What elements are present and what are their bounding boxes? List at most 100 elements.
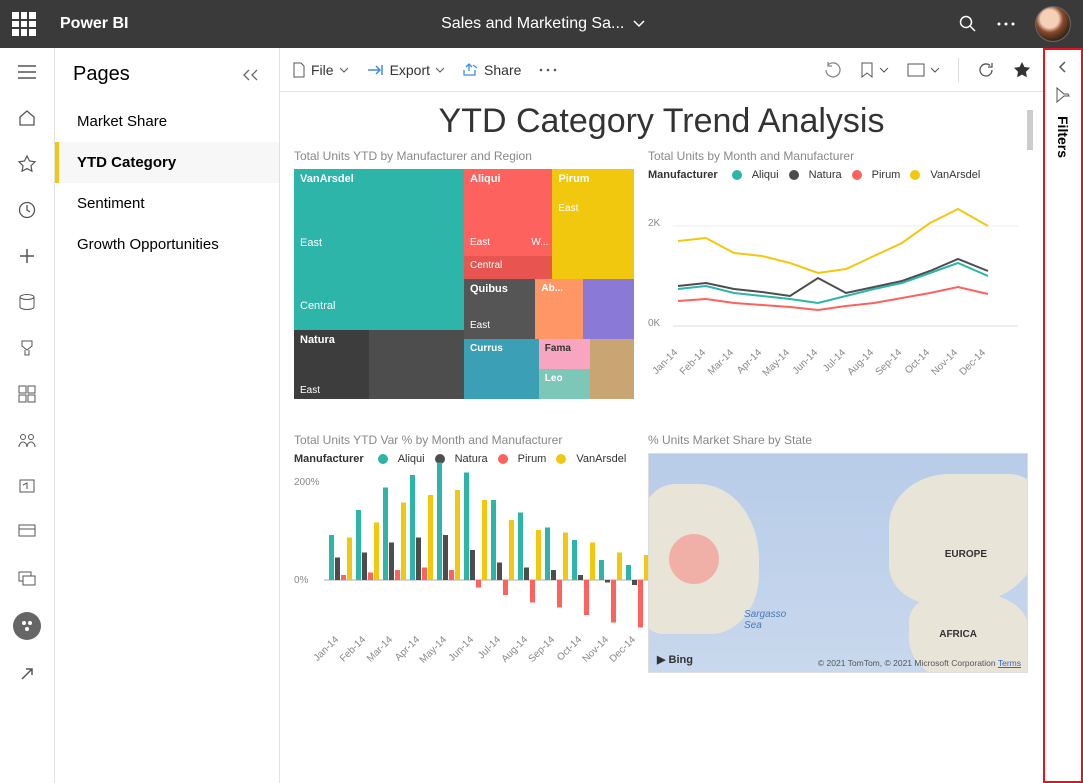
map-attribution: © 2021 TomTom, © 2021 Microsoft Corporat… bbox=[818, 658, 1021, 668]
report-name[interactable]: Sales and Marketing Sa... bbox=[441, 15, 624, 33]
tm-currus: Currus bbox=[464, 339, 539, 399]
svg-text:Nov-14: Nov-14 bbox=[581, 634, 612, 665]
filters-label: Filters bbox=[1055, 116, 1071, 158]
filter-icon[interactable] bbox=[1055, 88, 1071, 102]
shared-icon[interactable] bbox=[15, 428, 39, 452]
content: File Export Share YTD Category Trend Ana bbox=[280, 48, 1043, 783]
page-item-sentiment[interactable]: Sentiment bbox=[55, 183, 279, 224]
linechart-legend: Manufacturer Aliqui Natura Pirum VanArsd… bbox=[648, 169, 1028, 181]
svg-text:0K: 0K bbox=[648, 318, 661, 329]
export-menu[interactable]: Export bbox=[367, 62, 445, 78]
svg-text:Feb-14: Feb-14 bbox=[338, 634, 368, 664]
map-label-europe: EUROPE bbox=[945, 549, 987, 560]
bookmark-menu[interactable] bbox=[860, 62, 889, 78]
deployment-icon[interactable] bbox=[15, 566, 39, 590]
chevron-left-icon[interactable] bbox=[1056, 60, 1070, 74]
apps-icon[interactable] bbox=[15, 382, 39, 406]
terms-link[interactable]: Terms bbox=[998, 658, 1021, 668]
line-chart-svg: 2K 0K Jan-14Feb-14Mar-14Apr-14May-14Jun-… bbox=[648, 181, 1018, 371]
svg-text:Nov-14: Nov-14 bbox=[930, 347, 961, 378]
svg-text:May-14: May-14 bbox=[761, 347, 793, 379]
refresh-icon[interactable] bbox=[977, 61, 995, 79]
tm-fama: Fama bbox=[539, 339, 590, 369]
map-visual[interactable]: % Units Market Share by State EUROPE AFR… bbox=[648, 433, 1028, 683]
chevron-down-icon bbox=[339, 66, 349, 74]
treemap-visual[interactable]: Total Units YTD by Manufacturer and Regi… bbox=[294, 149, 634, 419]
search-icon[interactable] bbox=[959, 15, 977, 33]
file-menu[interactable]: File bbox=[292, 62, 349, 78]
svg-text:Jan-14: Jan-14 bbox=[312, 634, 342, 664]
report-canvas: YTD Category Trend Analysis Total Units … bbox=[280, 92, 1043, 783]
recent-icon[interactable] bbox=[15, 198, 39, 222]
scrollbar[interactable] bbox=[1027, 110, 1033, 150]
view-menu[interactable] bbox=[907, 63, 940, 77]
pages-panel: Pages Market Share YTD Category Sentimen… bbox=[55, 48, 280, 783]
linechart-title: Total Units by Month and Manufacturer bbox=[648, 149, 1028, 163]
file-icon bbox=[292, 62, 306, 78]
home-icon[interactable] bbox=[15, 106, 39, 130]
tm-pirum: Pirum bbox=[552, 169, 634, 279]
map-label-africa: AFRICA bbox=[939, 629, 977, 640]
nav-rail bbox=[0, 48, 55, 783]
line-chart-visual[interactable]: Total Units by Month and Manufacturer Ma… bbox=[648, 149, 1028, 419]
svg-text:0%: 0% bbox=[294, 575, 309, 586]
create-icon[interactable] bbox=[15, 244, 39, 268]
datasets-icon[interactable] bbox=[15, 290, 39, 314]
svg-text:Jun-14: Jun-14 bbox=[791, 347, 821, 377]
favorite-star-icon[interactable] bbox=[1013, 61, 1031, 79]
svg-text:2K: 2K bbox=[648, 218, 661, 229]
view-icon bbox=[907, 63, 925, 77]
svg-text:Jun-14: Jun-14 bbox=[447, 634, 477, 664]
toolbar-more-icon[interactable] bbox=[539, 67, 557, 73]
more-icon[interactable] bbox=[997, 21, 1015, 27]
reset-icon[interactable] bbox=[824, 61, 842, 79]
collapse-icon[interactable] bbox=[241, 68, 261, 82]
svg-text:Apr-14: Apr-14 bbox=[735, 347, 764, 376]
share-button[interactable]: Share bbox=[463, 62, 521, 78]
report-toolbar: File Export Share bbox=[280, 48, 1043, 92]
chevron-down-icon bbox=[930, 66, 940, 74]
learn-icon[interactable] bbox=[15, 474, 39, 498]
workspaces-icon[interactable] bbox=[15, 520, 39, 544]
svg-text:Jan-14: Jan-14 bbox=[651, 347, 681, 377]
topbar: Power BI Sales and Marketing Sa... bbox=[0, 0, 1083, 48]
app-launcher-icon[interactable] bbox=[12, 12, 36, 36]
treemap-title: Total Units YTD by Manufacturer and Regi… bbox=[294, 149, 634, 163]
chevron-down-icon bbox=[879, 66, 889, 74]
filters-pane[interactable]: Filters bbox=[1043, 48, 1083, 783]
page-item-ytd-category[interactable]: YTD Category bbox=[55, 142, 279, 183]
my-workspace-icon[interactable] bbox=[13, 612, 41, 640]
external-link-icon[interactable] bbox=[15, 662, 39, 686]
svg-text:Sep-14: Sep-14 bbox=[527, 634, 558, 665]
svg-text:Aug-14: Aug-14 bbox=[846, 347, 877, 378]
avatar[interactable] bbox=[1035, 6, 1071, 42]
bar-chart-visual[interactable]: Total Units YTD Var % by Month and Manuf… bbox=[294, 433, 634, 683]
svg-text:Mar-14: Mar-14 bbox=[706, 347, 736, 377]
bookmark-icon bbox=[860, 62, 874, 78]
report-title: YTD Category Trend Analysis bbox=[294, 102, 1029, 141]
chevron-down-icon[interactable] bbox=[632, 17, 646, 31]
barchart-legend: Manufacturer Aliqui Natura Pirum VanArsd… bbox=[294, 453, 634, 465]
pages-title: Pages bbox=[73, 63, 130, 86]
chevron-down-icon bbox=[435, 66, 445, 74]
tm-leo: Leo bbox=[539, 369, 590, 399]
map-label-sargasso: Sargasso Sea bbox=[744, 609, 786, 631]
svg-text:Dec-14: Dec-14 bbox=[608, 634, 639, 665]
favorites-icon[interactable] bbox=[15, 152, 39, 176]
map-canvas: EUROPE AFRICA Sargasso Sea ▶ Bing © 2021… bbox=[648, 453, 1028, 673]
share-icon bbox=[463, 63, 479, 77]
page-item-growth[interactable]: Growth Opportunities bbox=[55, 224, 279, 265]
goals-icon[interactable] bbox=[15, 336, 39, 360]
svg-text:Sep-14: Sep-14 bbox=[874, 347, 905, 378]
app-title: Power BI bbox=[60, 15, 128, 33]
map-title: % Units Market Share by State bbox=[648, 433, 1028, 447]
svg-text:Dec-14: Dec-14 bbox=[958, 347, 989, 378]
bing-logo: ▶ Bing bbox=[657, 653, 693, 666]
tm-abbas: Ab... bbox=[535, 279, 583, 339]
svg-text:Mar-14: Mar-14 bbox=[365, 634, 395, 664]
barchart-title: Total Units YTD Var % by Month and Manuf… bbox=[294, 433, 634, 447]
svg-text:200%: 200% bbox=[294, 477, 320, 488]
page-item-market-share[interactable]: Market Share bbox=[55, 101, 279, 142]
export-icon bbox=[367, 63, 385, 77]
hamburger-icon[interactable] bbox=[15, 60, 39, 84]
